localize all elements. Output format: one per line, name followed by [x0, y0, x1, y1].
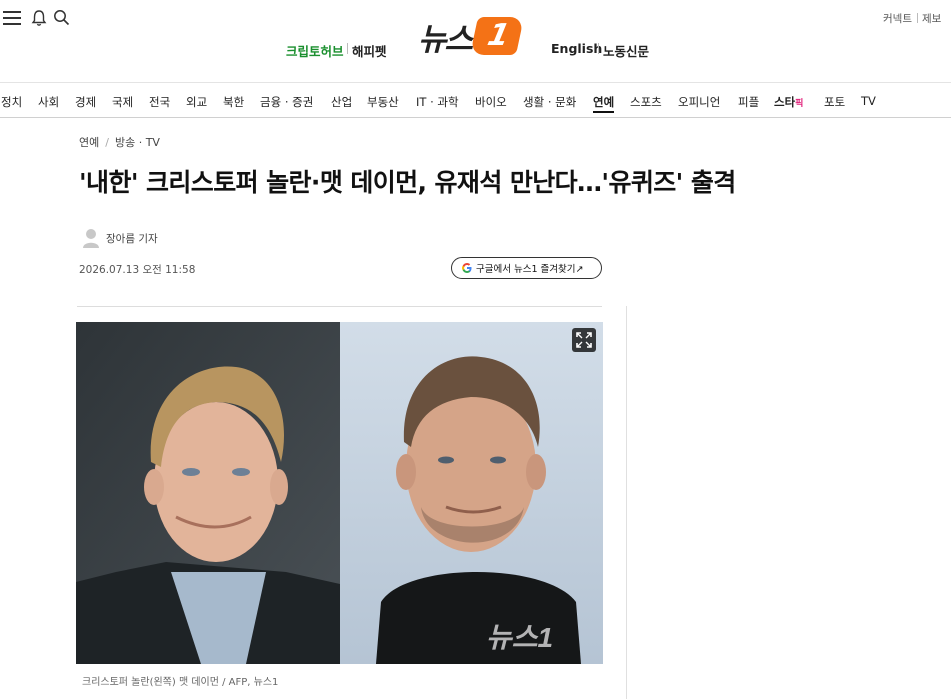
- bell-icon[interactable]: [31, 9, 47, 31]
- happypet-link[interactable]: 해피펫: [352, 41, 387, 60]
- nav-item-diplomacy[interactable]: 외교: [186, 94, 207, 110]
- divider: [917, 13, 918, 23]
- labor-newspaper-link[interactable]: 노동신문: [603, 41, 649, 60]
- reporter-name: 장아름 기자: [106, 232, 158, 245]
- english-link[interactable]: English: [551, 41, 602, 56]
- nav-item-sports[interactable]: 스포츠: [630, 94, 662, 110]
- google-icon: [462, 263, 472, 273]
- article-photo[interactable]: 뉴스1: [76, 322, 603, 664]
- nav-item-life-culture[interactable]: 생활 · 문화: [523, 94, 576, 110]
- logo-text: 뉴스: [418, 21, 473, 58]
- reporter-avatar-icon: [83, 229, 99, 248]
- top-bar: 크립토허브 해피펫 뉴스 1 English 노동신문 커넥트 제보: [0, 0, 951, 80]
- divider: [347, 43, 348, 54]
- publish-date: 2026.07.13 오전 11:58: [79, 264, 196, 276]
- nav-item-people[interactable]: 피플: [738, 94, 759, 110]
- expand-photo-icon[interactable]: [572, 328, 596, 352]
- column-divider: [626, 306, 627, 699]
- photo-caption: 크리스토퍼 놀란(왼쪽) 맷 데이먼 / AFP, 뉴스1: [82, 677, 279, 688]
- nav-item-star-pick[interactable]: 스타픽: [774, 94, 803, 110]
- google-favorite-button[interactable]: 구글에서 뉴스1 즐겨찾기↗: [451, 257, 602, 279]
- reporter-byline[interactable]: 장아름 기자: [82, 228, 158, 248]
- nav-item-real-estate[interactable]: 부동산: [367, 94, 399, 110]
- article-photo-illustration: 뉴스1: [76, 322, 603, 664]
- menu-icon[interactable]: [3, 11, 21, 25]
- cryptohub-link[interactable]: 크립토허브: [286, 41, 344, 60]
- nav-item-photo[interactable]: 포토: [824, 94, 845, 110]
- nav-item-north-korea[interactable]: 북한: [223, 94, 244, 110]
- nav-item-politics[interactable]: 정치: [1, 94, 22, 110]
- breadcrumb-separator: /: [105, 136, 109, 149]
- breadcrumb: 연예 / 방송 · TV: [79, 134, 160, 150]
- divider: [598, 43, 599, 54]
- news1-logo[interactable]: 뉴스 1: [418, 14, 525, 58]
- tip-link[interactable]: 제보: [922, 11, 941, 26]
- nav-item-society[interactable]: 사회: [38, 94, 59, 110]
- google-favorite-label: 구글에서 뉴스1 즐겨찾기↗: [476, 264, 584, 275]
- nav-item-bio[interactable]: 바이오: [475, 94, 507, 110]
- logo-badge: 1: [470, 17, 525, 55]
- article-headline: '내한' 크리스토퍼 놀란·맷 데이먼, 유재석 만난다…'유퀴즈' 출격: [79, 168, 736, 197]
- nav-item-nation[interactable]: 전국: [149, 94, 170, 110]
- nav-item-world[interactable]: 국제: [112, 94, 133, 110]
- nav-item-industry[interactable]: 산업: [331, 94, 352, 110]
- breadcrumb-entertainment[interactable]: 연예: [79, 136, 99, 149]
- nav-item-finance[interactable]: 금융 · 증권: [260, 94, 313, 110]
- nav-item-tv[interactable]: TV: [861, 94, 876, 108]
- main-nav: 정치 사회 경제 국제 전국 외교 북한 금융 · 증권 산업 부동산 IT ·…: [0, 82, 951, 118]
- nav-item-economy[interactable]: 경제: [75, 94, 96, 110]
- nav-item-it-science[interactable]: IT · 과학: [416, 94, 459, 110]
- breadcrumb-broadcast-tv[interactable]: 방송 · TV: [115, 136, 160, 149]
- nav-item-entertainment[interactable]: 연예: [593, 94, 615, 113]
- connect-link[interactable]: 커넥트: [883, 11, 912, 26]
- divider: [77, 306, 602, 307]
- nav-item-opinion[interactable]: 오피니언: [678, 94, 720, 110]
- photo-watermark-text: 뉴스1: [486, 622, 553, 653]
- search-icon[interactable]: [53, 9, 70, 30]
